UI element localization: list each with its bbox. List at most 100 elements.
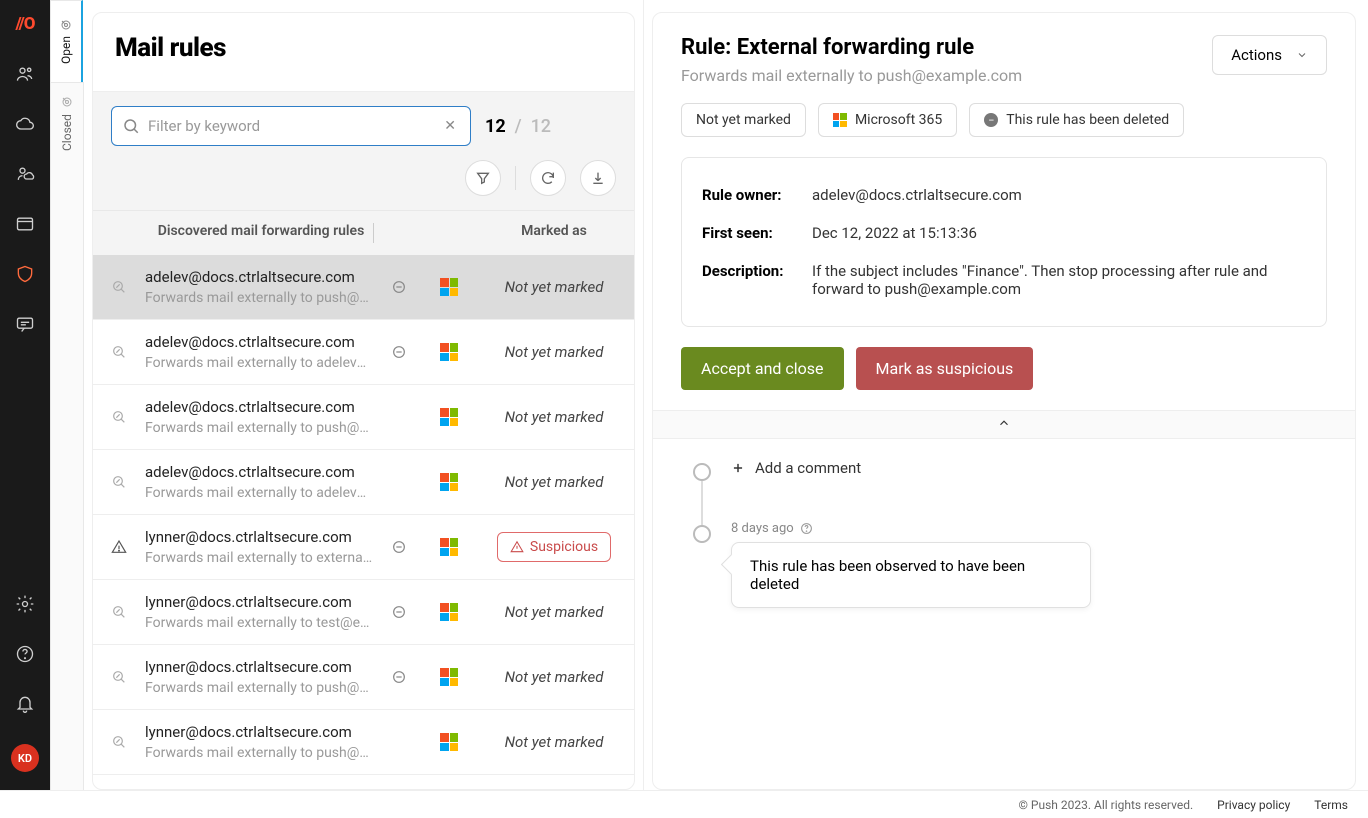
result-count: 12 / 12 [485,116,551,137]
row-state-icon [93,734,145,750]
funnel-icon [475,170,491,186]
user-avatar[interactable]: KD [11,744,39,772]
row-state-icon [93,474,145,490]
label-owner: Rule owner: [702,186,812,204]
info-icon [800,522,813,535]
nav-settings-icon[interactable] [15,594,35,614]
rule-row[interactable]: lynner@docs.ctrlaltsecure.com Forwards ma… [93,710,634,775]
clear-search-icon[interactable]: ✕ [440,114,460,138]
row-description: Forwards mail externally to push@example… [145,420,374,436]
row-email: adelev@docs.ctrlaltsecure.com [145,268,374,286]
microsoft-icon [440,408,458,426]
rule-row[interactable]: adelev@docs.ctrlaltsecure.comForwards ma… [93,385,634,450]
target-icon [60,19,72,31]
rule-row[interactable]: adelev@docs.ctrlaltsecure.com Forwards ma… [93,450,634,515]
rule-row[interactable]: adelev@docs.ctrlaltsecure.com Forwards ma… [93,255,634,320]
microsoft-icon [440,603,458,621]
row-status: Suspicious [474,532,634,562]
row-description: Forwards mail externally to push@example… [145,745,374,761]
nav-shield-icon[interactable] [15,264,35,284]
timeline: Add a comment 8 days ago This rule has b… [653,439,1355,789]
chip-platform: Microsoft 365 [818,103,957,137]
accept-close-button[interactable]: Accept and close [681,347,844,390]
footer-terms-link[interactable]: Terms [1314,798,1348,812]
rule-row[interactable]: lynner@docs.ctrlaltsecure.comForwards ma… [93,580,634,645]
timeline-timestamp: 8 days ago [731,521,1315,536]
microsoft-icon [440,473,458,491]
nav-rail: //O KD [0,0,50,790]
nav-cloud-icon[interactable] [15,114,35,134]
rule-row[interactable]: lynner@docs.ctrlaltsecure.comForwards ma… [93,515,634,580]
rule-subtitle: Forwards mail externally to push@example… [681,66,1022,85]
collapse-toggle[interactable] [653,410,1355,439]
footer-copyright: © Push 2023. All rights reserved. [1019,798,1194,812]
row-platform-icon [424,278,474,296]
microsoft-icon [440,538,458,556]
tab-open-label: Open [59,37,73,65]
microsoft-icon [440,668,458,686]
rule-row[interactable]: adelev@docs.ctrlaltsecure.comForwards ma… [93,320,634,385]
row-platform-icon [424,603,474,621]
chip-marked-status: Not yet marked [681,103,806,137]
suspicious-badge: Suspicious [497,532,611,562]
rule-row[interactable]: lynner@docs.ctrlaltsecure.comForwards ma… [93,645,634,710]
row-email: lynner@docs.ctrlaltsecure.com [145,723,374,741]
footer-privacy-link[interactable]: Privacy policy [1217,798,1290,812]
row-status: Not yet marked [474,343,634,361]
nav-user-cloud-icon[interactable] [15,164,35,184]
row-state-icon [93,604,145,620]
plus-icon [731,461,745,475]
refresh-button[interactable] [530,160,566,196]
actions-menu-button[interactable]: Actions [1212,35,1327,75]
row-email: adelev@docs.ctrlaltsecure.com [145,463,374,481]
tab-closed[interactable]: Closed [51,82,83,164]
label-first-seen: First seen: [702,224,812,242]
row-description: Forwards mail externally to external@exa… [145,550,374,566]
add-comment-button[interactable]: Add a comment [731,459,1315,477]
microsoft-icon [440,343,458,361]
table-header: Discovered mail forwarding rules Marked … [93,210,634,255]
tab-open[interactable]: Open [51,0,83,82]
timeline-dot [693,525,711,543]
row-state-icon [93,344,145,360]
row-minus-icon [374,279,424,295]
rule-info-card: Rule owner:adelev@docs.ctrlaltsecure.com… [681,157,1327,327]
nav-window-icon[interactable] [15,214,35,234]
row-minus-icon [374,539,424,555]
rule-list: adelev@docs.ctrlaltsecure.com Forwards ma… [93,255,634,789]
row-description: Forwards mail externally to adelev@examp… [145,485,374,501]
row-platform-icon [424,733,474,751]
row-status: Not yet marked [474,603,634,621]
search-box[interactable]: ✕ [111,106,471,146]
row-platform-icon [424,473,474,491]
refresh-icon [540,170,556,186]
download-button[interactable] [580,160,616,196]
search-icon [122,117,140,135]
mark-suspicious-button[interactable]: Mark as suspicious [856,347,1034,390]
row-state-icon [93,409,145,425]
detail-pane: Rule: External forwarding rule Forwards … [644,0,1368,790]
filter-button[interactable] [465,160,501,196]
page-title: Mail rules [115,33,612,63]
microsoft-icon [833,113,847,127]
chevron-down-icon [1296,49,1308,61]
row-status: Not yet marked [474,473,634,491]
list-pane: Mail rules ✕ 12 / 12 [84,0,644,790]
nav-people-icon[interactable] [15,64,35,84]
th-discovered: Discovered mail forwarding rules [145,223,373,243]
chip-deleted: − This rule has been deleted [969,103,1184,137]
minus-circle-icon: − [984,113,998,127]
nav-chat-icon[interactable] [15,314,35,334]
row-description: Forwards mail externally to push@example… [145,680,374,696]
search-input[interactable] [148,117,440,135]
tab-closed-label: Closed [60,114,74,151]
row-state-icon [93,279,145,295]
row-status: Not yet marked [474,408,634,426]
row-email: adelev@docs.ctrlaltsecure.com [145,333,374,351]
nav-bell-icon[interactable] [15,694,35,714]
row-description: Forwards mail externally to push@example… [145,290,374,306]
nav-help-icon[interactable] [15,644,35,664]
row-platform-icon [424,538,474,556]
row-status: Not yet marked [474,278,634,296]
row-description: Forwards mail externally to test@example… [145,615,374,631]
